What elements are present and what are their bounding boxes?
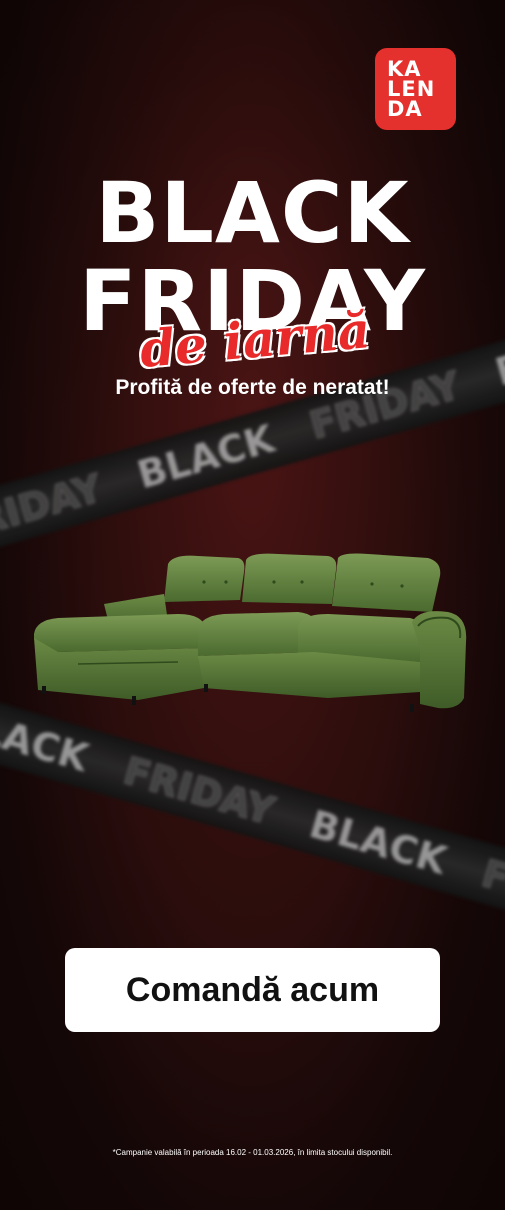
order-now-button[interactable]: Comandă acum (65, 948, 440, 1032)
logo-line-1: KA (387, 57, 422, 81)
headline-black: BLACK (95, 164, 410, 262)
logo-line-3: DA (387, 97, 423, 121)
logo-line-2: LEN (387, 77, 436, 101)
campaign-footnote: *Campanie valabilă în perioada 16.02 - 0… (112, 1148, 393, 1157)
green-corner-sofa-image[interactable] (28, 552, 472, 717)
black-friday-banner[interactable]: FRIDAY BLACK FRIDAY BLACK FRIDAY BLACK F… (0, 0, 505, 1210)
subtitle: Profită de oferte de neratat! (115, 376, 390, 399)
kalenda-logo[interactable]: KA LEN DA (375, 48, 456, 130)
